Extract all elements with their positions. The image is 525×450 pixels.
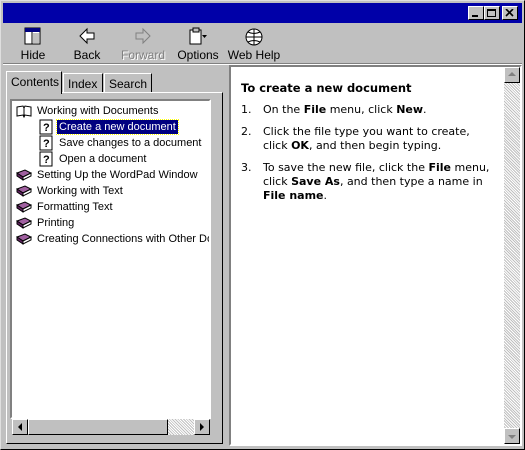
topic-vertical-scrollbar[interactable] bbox=[504, 67, 520, 444]
step-text: menu, click bbox=[326, 103, 397, 116]
step-keyword: Save As bbox=[291, 175, 340, 188]
step-keyword: File bbox=[428, 161, 451, 174]
tree-item-label: Save changes to a document bbox=[59, 137, 202, 149]
scroll-thumb[interactable] bbox=[28, 419, 168, 435]
tab-index-label: Index bbox=[68, 77, 98, 91]
scroll-up-button[interactable] bbox=[504, 67, 520, 83]
closed-book-icon bbox=[15, 199, 33, 215]
forward-label: Forward bbox=[120, 48, 165, 62]
tree-item-label: Working with Text bbox=[37, 185, 123, 197]
step-text: . bbox=[323, 189, 328, 202]
step-keyword: File bbox=[303, 103, 327, 116]
closed-book-icon bbox=[15, 183, 33, 199]
hide-label: Hide bbox=[20, 48, 46, 62]
tab-search[interactable]: Search bbox=[104, 73, 152, 93]
tree-item-label: Working with Documents bbox=[37, 105, 159, 117]
scroll-right-button[interactable] bbox=[194, 419, 210, 435]
forward-arrow-icon bbox=[117, 26, 169, 48]
closed-book-icon bbox=[15, 167, 33, 183]
back-label: Back bbox=[73, 48, 101, 62]
tab-contents[interactable]: Contents bbox=[6, 71, 62, 94]
tree-horizontal-scrollbar[interactable] bbox=[12, 419, 210, 435]
scroll-right-icon bbox=[200, 423, 204, 431]
scroll-down-button[interactable] bbox=[504, 428, 520, 444]
topic-steps: 1. On the File menu, click New. 2. Click th… bbox=[241, 103, 496, 203]
close-button[interactable] bbox=[502, 6, 518, 20]
title-bar[interactable] bbox=[3, 3, 522, 23]
minimize-button[interactable] bbox=[468, 6, 484, 20]
back-button[interactable]: Back bbox=[65, 24, 109, 64]
hide-button[interactable]: Hide bbox=[11, 24, 55, 64]
help-page-icon: ? bbox=[38, 135, 54, 151]
step-number: 3. bbox=[241, 161, 252, 174]
help-page-icon: ? bbox=[38, 151, 54, 167]
scroll-down-icon bbox=[508, 435, 516, 439]
step-text: On the bbox=[263, 103, 304, 116]
tree-item-label: Create a new document bbox=[56, 119, 179, 135]
toolbar: Hide Back Forward Options Web Help bbox=[3, 24, 522, 64]
back-arrow-icon bbox=[65, 26, 109, 48]
step-number: 1. bbox=[241, 103, 252, 116]
web-help-icon bbox=[225, 26, 283, 48]
options-button[interactable]: Options bbox=[175, 24, 221, 64]
step-keyword: New bbox=[396, 103, 424, 116]
topic-step: 3. To save the new file, click the File m… bbox=[241, 161, 496, 203]
scroll-left-button[interactable] bbox=[12, 419, 28, 435]
closed-book-icon bbox=[15, 231, 33, 247]
tree-item-label: Formatting Text bbox=[37, 201, 113, 213]
options-icon bbox=[175, 26, 221, 48]
help-window: Hide Back Forward Options Web Help Conte… bbox=[0, 0, 525, 450]
tree-item-label: Setting Up the WordPad Window bbox=[37, 169, 198, 181]
tab-index[interactable]: Index bbox=[63, 73, 103, 93]
web-help-button[interactable]: Web Help bbox=[225, 24, 283, 64]
topic-title: To create a new document bbox=[241, 81, 412, 95]
hide-icon bbox=[11, 26, 55, 48]
maximize-icon bbox=[487, 9, 496, 17]
step-text: To save the new file, click the bbox=[263, 161, 429, 174]
step-number: 2. bbox=[241, 125, 252, 138]
step-text: , and then type a name in bbox=[339, 175, 483, 188]
minimize-icon bbox=[472, 15, 478, 17]
topic-pane: To create a new document 1. On the File m… bbox=[229, 65, 522, 446]
maximize-button[interactable] bbox=[484, 6, 500, 20]
open-book-icon bbox=[16, 103, 32, 119]
svg-text:?: ? bbox=[43, 138, 50, 150]
svg-text:?: ? bbox=[43, 154, 50, 166]
step-keyword: File name bbox=[263, 189, 324, 202]
topic-step: 1. On the File menu, click New. bbox=[241, 103, 496, 117]
tree-item-label: Printing bbox=[37, 217, 75, 229]
step-keyword: OK bbox=[291, 139, 309, 152]
help-page-icon: ? bbox=[38, 119, 54, 135]
scroll-left-icon bbox=[18, 423, 22, 431]
topic-step: 2. Click the file type you want to create… bbox=[241, 125, 496, 153]
contents-tree[interactable]: Working with Documents? Create a new docu… bbox=[10, 99, 211, 419]
tree-item-label: Creating Connections with Other Do bbox=[37, 233, 211, 245]
closed-book-icon bbox=[15, 215, 33, 231]
svg-text:?: ? bbox=[43, 122, 50, 134]
step-text: . bbox=[423, 103, 427, 116]
tab-contents-label: Contents bbox=[11, 75, 60, 89]
tab-search-label: Search bbox=[109, 77, 148, 91]
options-label: Options bbox=[177, 48, 219, 62]
scroll-up-icon bbox=[508, 72, 516, 76]
step-text: , and then begin typing. bbox=[308, 139, 442, 152]
web-help-label: Web Help bbox=[227, 48, 281, 62]
close-icon bbox=[505, 9, 514, 17]
tree-item-label: Open a document bbox=[59, 153, 147, 165]
forward-button[interactable]: Forward bbox=[117, 24, 169, 64]
